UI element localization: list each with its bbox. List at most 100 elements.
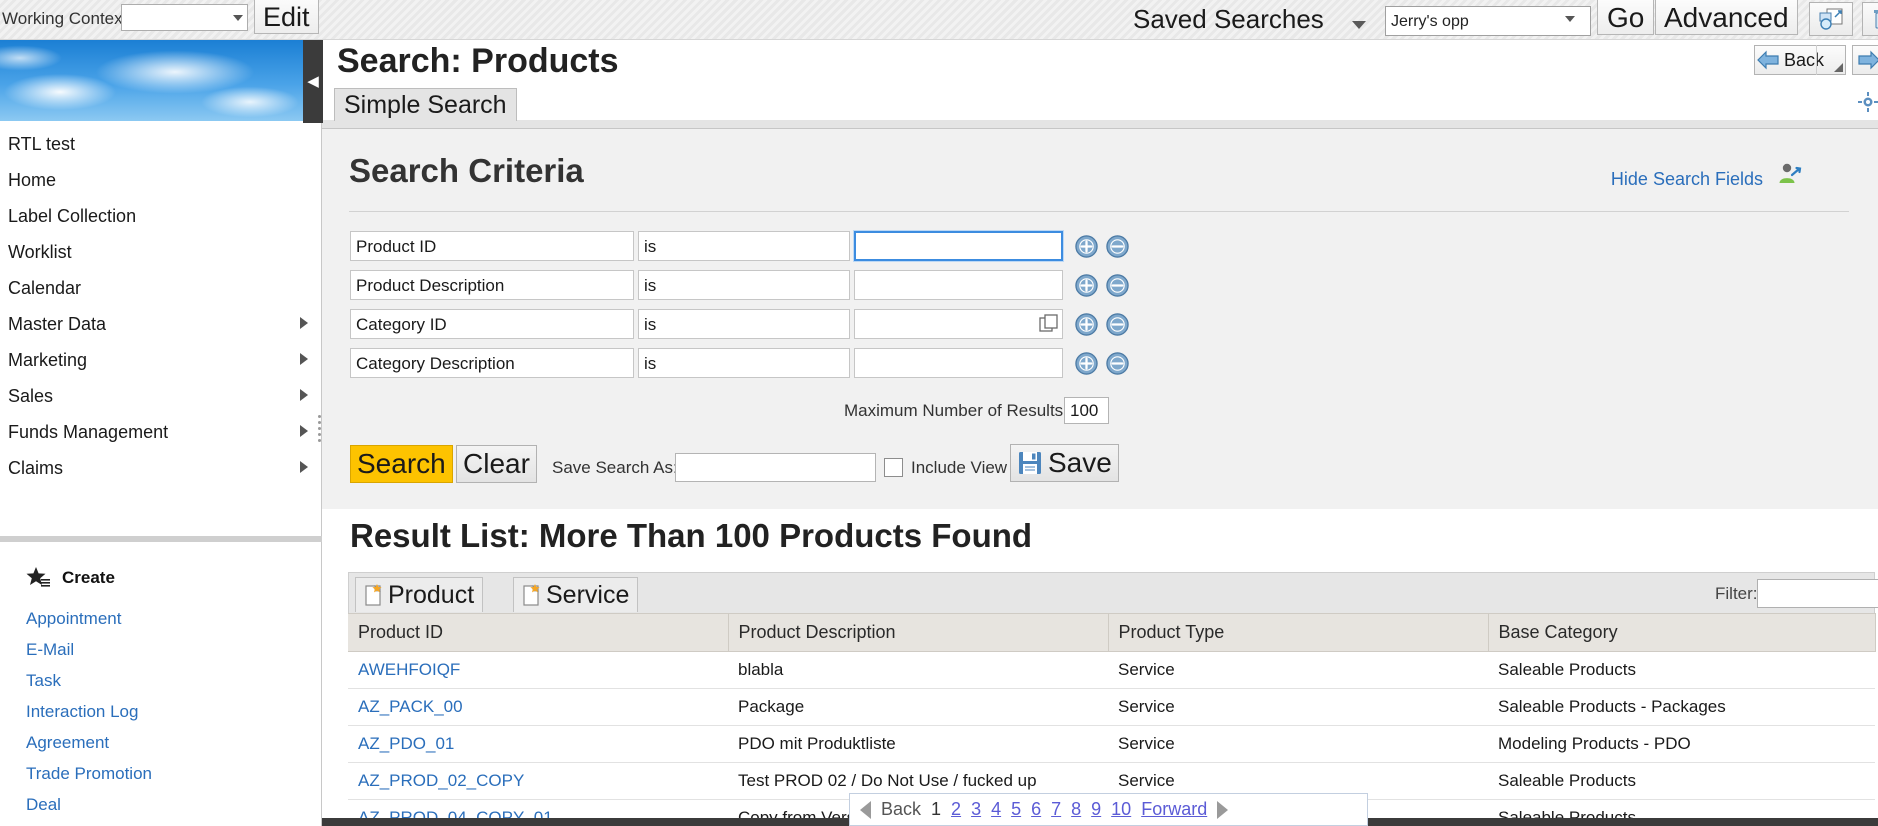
pagination-back-label[interactable]: Back: [881, 799, 921, 820]
triangle-right-icon[interactable]: [1217, 801, 1228, 819]
cell-product-id[interactable]: AZ_PACK_00: [348, 689, 728, 726]
product-id-link[interactable]: AZ_PROD_02_COPY: [358, 771, 524, 790]
criteria-field-select[interactable]: Product Description: [350, 270, 634, 300]
minus-circle-icon[interactable]: [1106, 274, 1129, 297]
go-button[interactable]: Go: [1597, 0, 1654, 35]
criteria-operator-select[interactable]: is: [638, 348, 850, 378]
max-results-input[interactable]: [1064, 397, 1109, 424]
minus-circle-icon[interactable]: [1106, 352, 1129, 375]
pagination-page-link[interactable]: 4: [991, 799, 1001, 820]
chevron-down-icon[interactable]: [1352, 21, 1366, 29]
tab-service[interactable]: Service: [513, 577, 638, 612]
create-link-interaction-log[interactable]: Interaction Log: [26, 696, 306, 727]
table-row[interactable]: AZ_PDO_01 PDO mit Produktliste Service M…: [348, 726, 1875, 763]
sidebar-item-claims[interactable]: Claims: [0, 450, 322, 486]
working-context-select[interactable]: [121, 4, 248, 31]
pagination-page-link[interactable]: 5: [1011, 799, 1021, 820]
sidebar-resize-handle[interactable]: [318, 415, 321, 442]
clear-button[interactable]: Clear: [456, 445, 537, 483]
include-view-checkbox[interactable]: [884, 458, 903, 477]
column-header-product-description[interactable]: Product Description: [728, 614, 1108, 652]
minus-circle-icon[interactable]: [1106, 235, 1129, 258]
criteria-operator-select[interactable]: is: [638, 270, 850, 300]
column-header-product-type[interactable]: Product Type: [1108, 614, 1488, 652]
pagination-page-link[interactable]: 2: [951, 799, 961, 820]
criteria-field-select[interactable]: Category ID: [350, 309, 634, 339]
cell-product-id[interactable]: AWEHFOIQF: [348, 652, 728, 689]
sidebar-item-home[interactable]: Home: [0, 162, 322, 198]
plus-circle-icon[interactable]: [1075, 235, 1098, 258]
sidebar-item-calendar[interactable]: Calendar: [0, 270, 322, 306]
cell-product-id[interactable]: AZ_PROD_02_COPY: [348, 763, 728, 800]
sidebar-item-label: Master Data: [8, 314, 106, 335]
tab-simple-search[interactable]: Simple Search: [334, 88, 517, 121]
sidebar-item-worklist[interactable]: Worklist: [0, 234, 322, 270]
forward-arrow-icon: [1856, 50, 1878, 70]
minus-circle-icon[interactable]: [1106, 313, 1129, 336]
sidebar-collapse-button[interactable]: ◀: [303, 40, 323, 123]
filter-input[interactable]: [1757, 579, 1878, 608]
pagination-page-link[interactable]: 8: [1071, 799, 1081, 820]
cell-product-id[interactable]: AZ_PDO_01: [348, 726, 728, 763]
edit-button[interactable]: Edit: [254, 0, 319, 34]
pagination-page-link[interactable]: 10: [1111, 799, 1131, 820]
product-id-link[interactable]: AWEHFOIQF: [358, 660, 460, 679]
criteria-operator-select[interactable]: is: [638, 231, 850, 261]
column-header-product-id[interactable]: Product ID: [348, 614, 728, 652]
criteria-value-input[interactable]: [854, 348, 1063, 378]
save-search-as-input[interactable]: [675, 453, 876, 482]
personalize-button[interactable]: [1809, 2, 1853, 36]
save-button-label: Save: [1048, 447, 1112, 479]
criteria-value-input[interactable]: [854, 231, 1063, 261]
criteria-operator-select[interactable]: is: [638, 309, 850, 339]
pagination-forward-link[interactable]: Forward: [1141, 799, 1207, 820]
search-button[interactable]: Search: [350, 445, 453, 483]
sidebar-item-label-collection[interactable]: Label Collection: [0, 198, 322, 234]
pagination-page-link[interactable]: 7: [1051, 799, 1061, 820]
create-link-trade-promotion[interactable]: Trade Promotion: [26, 758, 306, 789]
personalize-user-icon[interactable]: [1776, 161, 1802, 187]
sidebar-item-rtl-test[interactable]: RTL test: [0, 126, 322, 162]
hide-search-fields-link[interactable]: Hide Search Fields: [1611, 169, 1763, 190]
value-help-icon[interactable]: [1039, 314, 1059, 334]
cell-product-type: Service: [1108, 726, 1488, 763]
criteria-field-select[interactable]: Category Description: [350, 348, 634, 378]
triangle-left-icon[interactable]: [860, 801, 871, 819]
create-link-task[interactable]: Task: [26, 665, 306, 696]
create-link-agreement[interactable]: Agreement: [26, 727, 306, 758]
plus-circle-icon[interactable]: [1075, 313, 1098, 336]
plus-circle-icon[interactable]: [1075, 274, 1098, 297]
gear-icon[interactable]: [1858, 92, 1878, 112]
pagination-page-link[interactable]: 6: [1031, 799, 1041, 820]
table-row[interactable]: AZ_PACK_00 Package Service Saleable Prod…: [348, 689, 1875, 726]
advanced-search-button[interactable]: Advanced: [1655, 0, 1798, 35]
back-arrow-icon: [1755, 50, 1781, 70]
cell-base-category: Saleable Products - Packages: [1488, 689, 1875, 726]
column-header-base-category[interactable]: Base Category: [1488, 614, 1875, 652]
save-search-button[interactable]: Save: [1010, 444, 1119, 482]
criteria-value-input[interactable]: [854, 309, 1063, 339]
sidebar-item-sales[interactable]: Sales: [0, 378, 322, 414]
product-id-link[interactable]: AZ_PDO_01: [358, 734, 454, 753]
pagination-page-link[interactable]: 9: [1091, 799, 1101, 820]
saved-searches-label[interactable]: Saved Searches: [1133, 4, 1324, 35]
forward-button[interactable]: [1852, 45, 1878, 75]
criteria-value-input[interactable]: [854, 270, 1063, 300]
product-id-link[interactable]: AZ_PACK_00: [358, 697, 463, 716]
delete-button[interactable]: [1862, 2, 1878, 36]
criteria-row-buttons: [1075, 352, 1129, 375]
tab-product[interactable]: Product: [355, 577, 483, 612]
saved-search-select[interactable]: Jerry's opp: [1385, 6, 1591, 36]
create-link-appointment[interactable]: Appointment: [26, 603, 306, 634]
pagination-page-link[interactable]: 3: [971, 799, 981, 820]
back-history-dropdown[interactable]: [1816, 45, 1846, 75]
plus-circle-icon[interactable]: [1075, 352, 1098, 375]
sidebar-item-funds-management[interactable]: Funds Management: [0, 414, 322, 450]
sidebar-item-marketing[interactable]: Marketing: [0, 342, 322, 378]
table-row[interactable]: AWEHFOIQF blabla Service Saleable Produc…: [348, 652, 1875, 689]
criteria-field-select[interactable]: Product ID: [350, 231, 634, 261]
table-header-row: Product ID Product Description Product T…: [348, 614, 1875, 652]
create-link-email[interactable]: E-Mail: [26, 634, 306, 665]
create-link-deal[interactable]: Deal: [26, 789, 306, 820]
sidebar-item-master-data[interactable]: Master Data: [0, 306, 322, 342]
